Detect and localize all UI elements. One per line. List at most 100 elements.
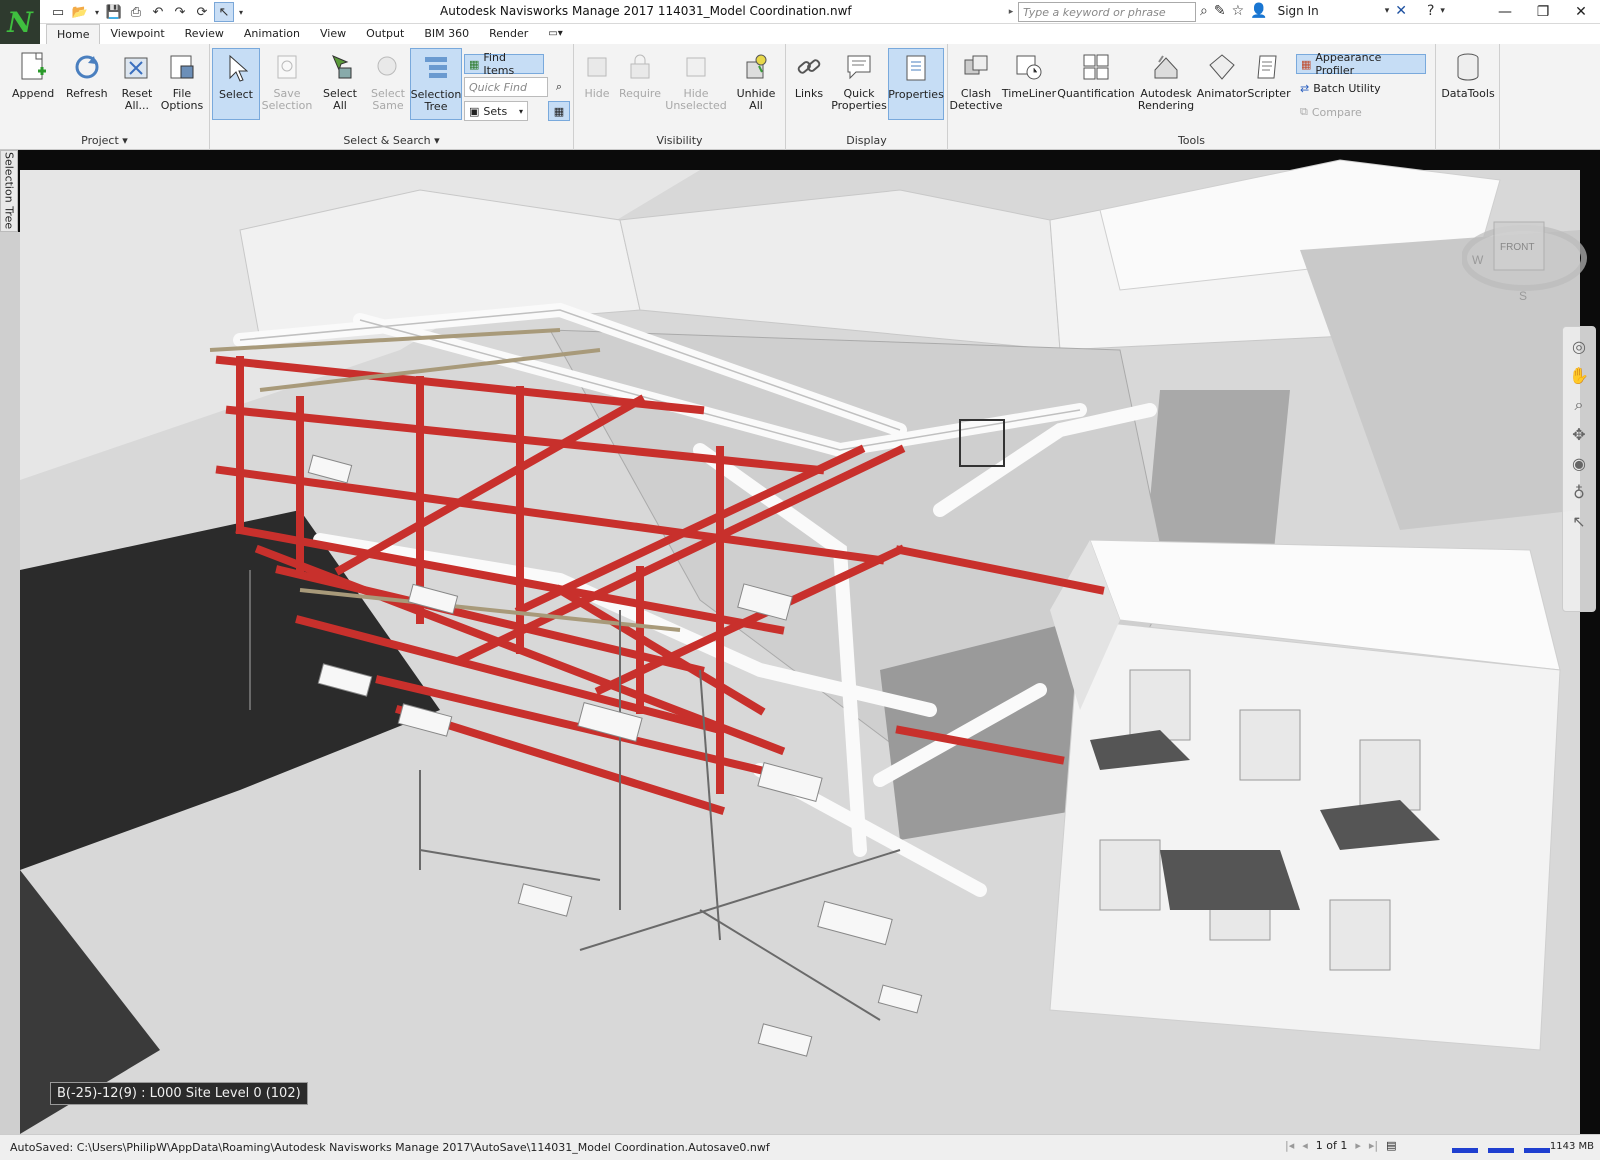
unhide-all-button[interactable]: Unhide All (734, 50, 778, 112)
orbit-icon[interactable]: ✥ (1572, 425, 1585, 444)
select-cursor-icon[interactable]: ↖ (214, 2, 234, 22)
datatools-button[interactable]: DataTools (1441, 50, 1495, 100)
application-menu-button[interactable]: N (0, 0, 40, 44)
help-search-input[interactable]: Type a keyword or phrase (1018, 2, 1196, 22)
viewcube[interactable]: W S FRONT (1461, 202, 1592, 312)
tab-viewpoint[interactable]: Viewpoint (100, 24, 174, 44)
hide-button[interactable]: Hide (580, 50, 614, 100)
previous-page-icon[interactable]: ◂ (1302, 1139, 1308, 1152)
next-page-icon[interactable]: ▸ (1355, 1139, 1361, 1152)
append-button[interactable]: Append (12, 50, 54, 100)
exchange-icon[interactable]: ✕ (1395, 3, 1407, 19)
autosave-status: AutoSaved: C:\Users\PhilipW\AppData\Roam… (10, 1141, 770, 1154)
ribbon-options-icon[interactable]: ▭▾ (538, 24, 572, 44)
tab-view[interactable]: View (310, 24, 356, 44)
timeliner-icon (1012, 50, 1046, 84)
append-icon (16, 50, 50, 84)
find-items-button[interactable]: ▦ Find Items (464, 51, 544, 77)
new-file-icon[interactable]: ▭ (48, 2, 68, 22)
require-button[interactable]: Require (618, 50, 662, 100)
compare-icon: ⧉ (1300, 105, 1308, 118)
print-icon[interactable]: ⎙ (126, 2, 146, 22)
quick-properties-button[interactable]: Quick Properties (830, 50, 888, 112)
redo-icon[interactable]: ↷ (170, 2, 190, 22)
manage-sets-icon[interactable]: ▦ (548, 101, 570, 121)
help-icon[interactable]: ? (1427, 3, 1434, 19)
tab-bim360[interactable]: BIM 360 (414, 24, 479, 44)
help-dropdown-icon[interactable]: ▾ (1440, 6, 1445, 16)
compass-south-label: S (1519, 289, 1527, 303)
3d-viewport[interactable] (0, 150, 1600, 1134)
select-all-button[interactable]: Select All (318, 50, 362, 112)
pan-hand-icon[interactable]: ✋ (1569, 366, 1589, 385)
datatools-icon (1451, 50, 1485, 84)
hide-unselected-button[interactable]: Hide Unselected (664, 50, 728, 112)
navigation-bar: ◎ ✋ ⌕ ✥ ◉ ♁ ↖ (1562, 326, 1596, 612)
minimize-icon[interactable]: — (1486, 0, 1524, 24)
tools-panel: Clash Detective TimeLiner Quantification… (948, 44, 1436, 150)
pencil-progress-meter (1452, 1141, 1478, 1153)
quick-find-search-icon[interactable]: ⌕ (550, 77, 568, 97)
compare-button[interactable]: ⧉ Compare (1300, 102, 1362, 122)
selection-tree-side-tab[interactable]: Selection Tree (0, 150, 18, 232)
ribbon: Append Refresh Reset All... File Options… (0, 44, 1600, 150)
restore-icon[interactable]: ❐ (1524, 0, 1562, 24)
file-options-button[interactable]: File Options (160, 50, 204, 112)
autodesk-rendering-button[interactable]: Autodesk Rendering (1138, 50, 1194, 112)
visibility-panel: Hide Require Hide Unselected Unhide All … (574, 44, 786, 150)
save-selection-button[interactable]: Save Selection (262, 50, 312, 112)
sign-in-dropdown-icon[interactable]: ▾ (1385, 6, 1390, 16)
reset-all-button[interactable]: Reset All... (116, 50, 158, 112)
tools-icon[interactable]: ✎ (1214, 3, 1226, 19)
tab-animation[interactable]: Animation (234, 24, 310, 44)
tab-review[interactable]: Review (175, 24, 234, 44)
first-page-icon[interactable]: |◂ (1285, 1139, 1294, 1152)
ribbon-tabs: Home Viewpoint Review Animation View Out… (40, 24, 1600, 44)
batch-utility-button[interactable]: ⇄ Batch Utility (1300, 78, 1381, 98)
select-tool-icon[interactable]: ↖ (1572, 512, 1585, 531)
tab-home[interactable]: Home (46, 24, 101, 44)
dropdown-icon[interactable]: ▾ (92, 2, 102, 22)
select-button[interactable]: Select (212, 48, 260, 120)
select-search-panel-title[interactable]: Select & Search ▾ (210, 134, 573, 148)
clash-detective-button[interactable]: Clash Detective (950, 50, 1003, 112)
close-icon[interactable]: ✕ (1562, 0, 1600, 24)
select-same-button[interactable]: Select Same (366, 50, 410, 112)
tab-output[interactable]: Output (356, 24, 414, 44)
links-icon (792, 50, 826, 84)
zoom-window-icon[interactable]: ⌕ (1575, 395, 1584, 415)
scripter-button[interactable]: Scripter (1247, 50, 1291, 100)
look-around-icon[interactable]: ◉ (1572, 454, 1586, 473)
undo-icon[interactable]: ↶ (148, 2, 168, 22)
properties-button[interactable]: Properties (888, 48, 944, 120)
appearance-profiler-button[interactable]: ▦ Appearance Profiler (1296, 51, 1426, 77)
customize-toolbar-icon[interactable]: ▾ (236, 2, 246, 22)
user-icon[interactable]: 👤 (1250, 3, 1267, 19)
window-controls: — ❐ ✕ (1486, 0, 1600, 24)
animator-button[interactable]: Animator (1197, 50, 1247, 100)
quick-find-input[interactable]: Quick Find (464, 77, 548, 97)
refresh-icon[interactable]: ⟳ (192, 2, 212, 22)
selection-tree-button[interactable]: Selection Tree (410, 48, 462, 120)
timeliner-button[interactable]: TimeLiner (1002, 50, 1056, 100)
save-icon[interactable]: 💾 (104, 2, 124, 22)
disk-progress-meter (1488, 1141, 1514, 1153)
sets-icon: ▣ (469, 104, 480, 118)
walk-icon[interactable]: ♁ (1573, 483, 1585, 502)
steering-wheel-icon[interactable]: ◎ (1572, 337, 1586, 356)
refresh-button[interactable]: Refresh (66, 50, 108, 100)
sets-dropdown[interactable]: ▣ Sets ▾ (464, 101, 528, 121)
favorites-icon[interactable]: ☆ (1232, 3, 1245, 19)
sign-in-link[interactable]: Sign In (1278, 4, 1319, 18)
last-page-icon[interactable]: ▸| (1369, 1139, 1378, 1152)
tab-render[interactable]: Render (479, 24, 538, 44)
sheet-browser-icon[interactable]: ▤ (1386, 1139, 1396, 1152)
quantification-button[interactable]: Quantification (1057, 50, 1135, 100)
display-panel-title: Display (846, 134, 887, 147)
search-expand-icon[interactable]: ▸ (1004, 2, 1018, 22)
binoculars-icon[interactable]: ⌕ (1200, 3, 1208, 19)
viewcube-graphic: W S FRONT (1461, 221, 1587, 303)
open-file-icon[interactable]: 📂 (70, 2, 90, 22)
project-panel-title[interactable]: Project ▾ (0, 134, 209, 148)
links-button[interactable]: Links (792, 50, 826, 100)
